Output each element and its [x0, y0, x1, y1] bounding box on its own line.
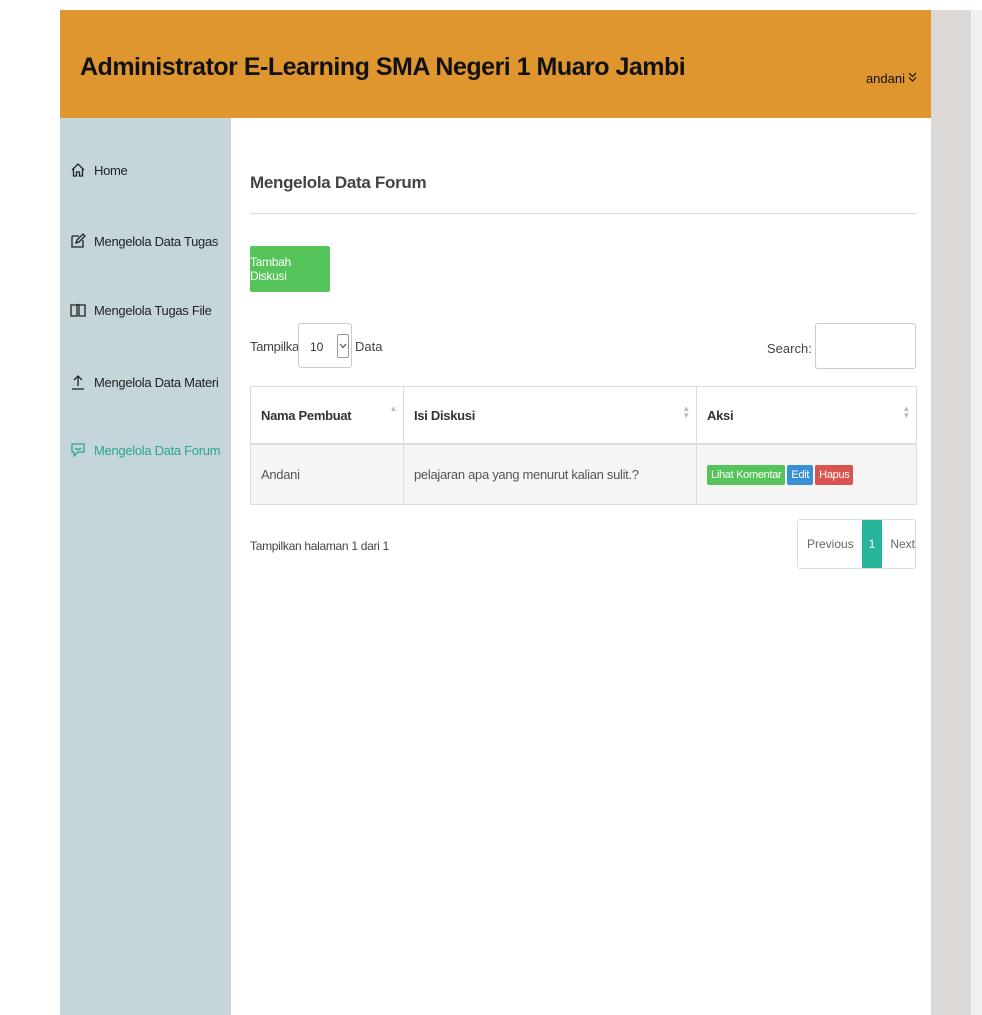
user-menu[interactable]: andani	[866, 71, 917, 86]
table-info: Tampilkan halaman 1 dari 1	[250, 539, 389, 553]
sidebar-item-data-materi[interactable]: Mengelola Data Materi	[70, 374, 219, 390]
sidebar-item-label: Mengelola Tugas File	[94, 302, 212, 318]
column-header-label: Aksi	[707, 407, 734, 423]
app-header: Administrator E-Learning SMA Negeri 1 Mu…	[60, 10, 931, 118]
left-gutter	[0, 10, 60, 1015]
current-page-button[interactable]: 1	[861, 520, 883, 568]
top-strip	[0, 0, 982, 10]
cell-isi: pelajaran apa yang menurut kalian sulit.…	[403, 443, 697, 505]
comment-icon	[70, 442, 86, 458]
page-title: Mengelola Data Forum	[250, 173, 427, 192]
column-header-label: Isi Diskusi	[414, 407, 476, 423]
sort-icon: ▲ ▼	[682, 404, 690, 420]
delete-button[interactable]: Hapus	[815, 464, 854, 485]
edit-icon	[70, 233, 86, 249]
app-title: Administrator E-Learning SMA Negeri 1 Mu…	[80, 53, 686, 81]
add-discussion-button[interactable]: Tambah Diskusi	[250, 246, 330, 292]
sidebar-item-label: Mengelola Data Tugas	[94, 233, 219, 249]
cell-nama: Andani	[250, 443, 404, 505]
column-header-label: Nama Pembuat	[261, 407, 352, 423]
next-page-button[interactable]: Next	[890, 537, 915, 551]
sidebar-item-home[interactable]: Home	[70, 162, 128, 178]
sidebar: Home Mengelola Data Tugas Mengelola Tuga…	[60, 118, 231, 1015]
search-input[interactable]	[815, 323, 916, 369]
length-suffix: Data	[355, 339, 383, 354]
home-icon	[70, 162, 86, 178]
search-label: Search:	[767, 341, 812, 356]
page-length-select[interactable]: 10	[298, 323, 352, 368]
sidebar-item-data-tugas[interactable]: Mengelola Data Tugas	[70, 233, 218, 249]
sidebar-item-data-forum[interactable]: Mengelola Data Forum	[70, 442, 221, 458]
column-header-isi[interactable]: Isi Diskusi ▲ ▼	[403, 386, 697, 445]
forum-table: Nama Pembuat ▲ Isi Diskusi ▲ ▼ Aksi ▲ ▼ An…	[250, 386, 917, 505]
column-header-aksi[interactable]: Aksi ▲ ▼	[696, 386, 917, 445]
chevron-down-icon	[337, 334, 349, 358]
book-icon	[70, 302, 86, 318]
page-length-value: 10	[310, 340, 324, 354]
table-header-row: Nama Pembuat ▲ Isi Diskusi ▲ ▼ Aksi ▲ ▼	[250, 386, 917, 445]
sidebar-item-label: Mengelola Data Materi	[94, 374, 219, 390]
sidebar-item-tugas-file[interactable]: Mengelola Tugas File	[70, 302, 212, 318]
sidebar-item-label: Mengelola Data Forum	[94, 442, 221, 458]
main-content: Mengelola Data Forum Tambah Diskusi Tamp…	[231, 118, 931, 1015]
view-comments-button[interactable]: Lihat Komentar	[707, 464, 786, 485]
divider	[250, 213, 916, 214]
upload-icon	[70, 374, 86, 390]
cell-aksi: Lihat Komentar Edit Hapus	[696, 443, 917, 505]
pagination: Previous 1 Next	[797, 519, 916, 569]
table-row: Andani pelajaran apa yang menurut kalian…	[250, 443, 917, 505]
sidebar-item-label: Home	[94, 162, 128, 178]
chevron-down-icon	[908, 72, 917, 86]
column-header-nama[interactable]: Nama Pembuat ▲	[250, 386, 404, 445]
sort-asc-icon: ▲	[389, 404, 397, 413]
right-gutter	[931, 10, 982, 1015]
edit-button[interactable]: Edit	[787, 464, 814, 485]
sort-icon: ▲ ▼	[902, 404, 910, 420]
user-name: andani	[865, 71, 905, 86]
scrollbar[interactable]	[971, 10, 982, 1015]
previous-page-button[interactable]: Previous	[807, 537, 854, 551]
